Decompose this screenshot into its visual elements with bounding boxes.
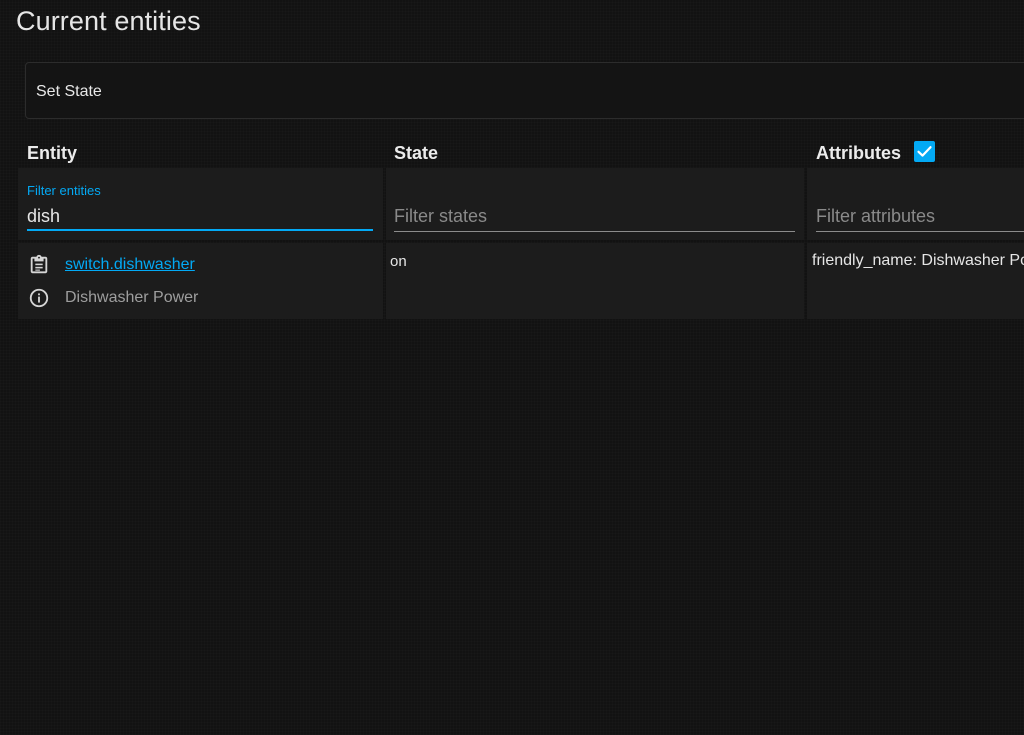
filter-entities-input[interactable] (27, 204, 372, 228)
state-cell (386, 243, 804, 319)
filter-entities-underline (27, 229, 373, 231)
attributes-value: friendly_name: Dishwasher Power (812, 252, 1024, 269)
entity-friendly-name: Dishwasher Power (65, 289, 199, 306)
set-state-label: Set State (36, 83, 102, 100)
filter-states-underline (394, 231, 795, 232)
info-circle-icon[interactable] (28, 287, 50, 309)
developer-tools-states-page: Current entities Set State Entity State … (0, 0, 1024, 735)
page-title: Current entities (16, 6, 201, 36)
filter-states-input[interactable] (394, 204, 794, 228)
entity-cell (18, 243, 383, 319)
filter-attributes-input[interactable] (816, 204, 1016, 228)
state-value: on (390, 253, 407, 270)
show-attributes-checkbox[interactable] (914, 141, 935, 162)
attributes-column-header: Attributes (816, 143, 901, 163)
clipboard-list-icon[interactable] (28, 254, 50, 276)
state-column-header: State (394, 143, 439, 163)
checkmark-icon (917, 146, 932, 157)
filter-entities-label: Filter entities (27, 183, 101, 198)
entity-column-header: Entity (27, 143, 78, 163)
entity-id-link[interactable]: switch.dishwasher (65, 256, 195, 274)
filter-attributes-underline (816, 231, 1024, 232)
set-state-panel[interactable]: Set State (25, 62, 1024, 119)
